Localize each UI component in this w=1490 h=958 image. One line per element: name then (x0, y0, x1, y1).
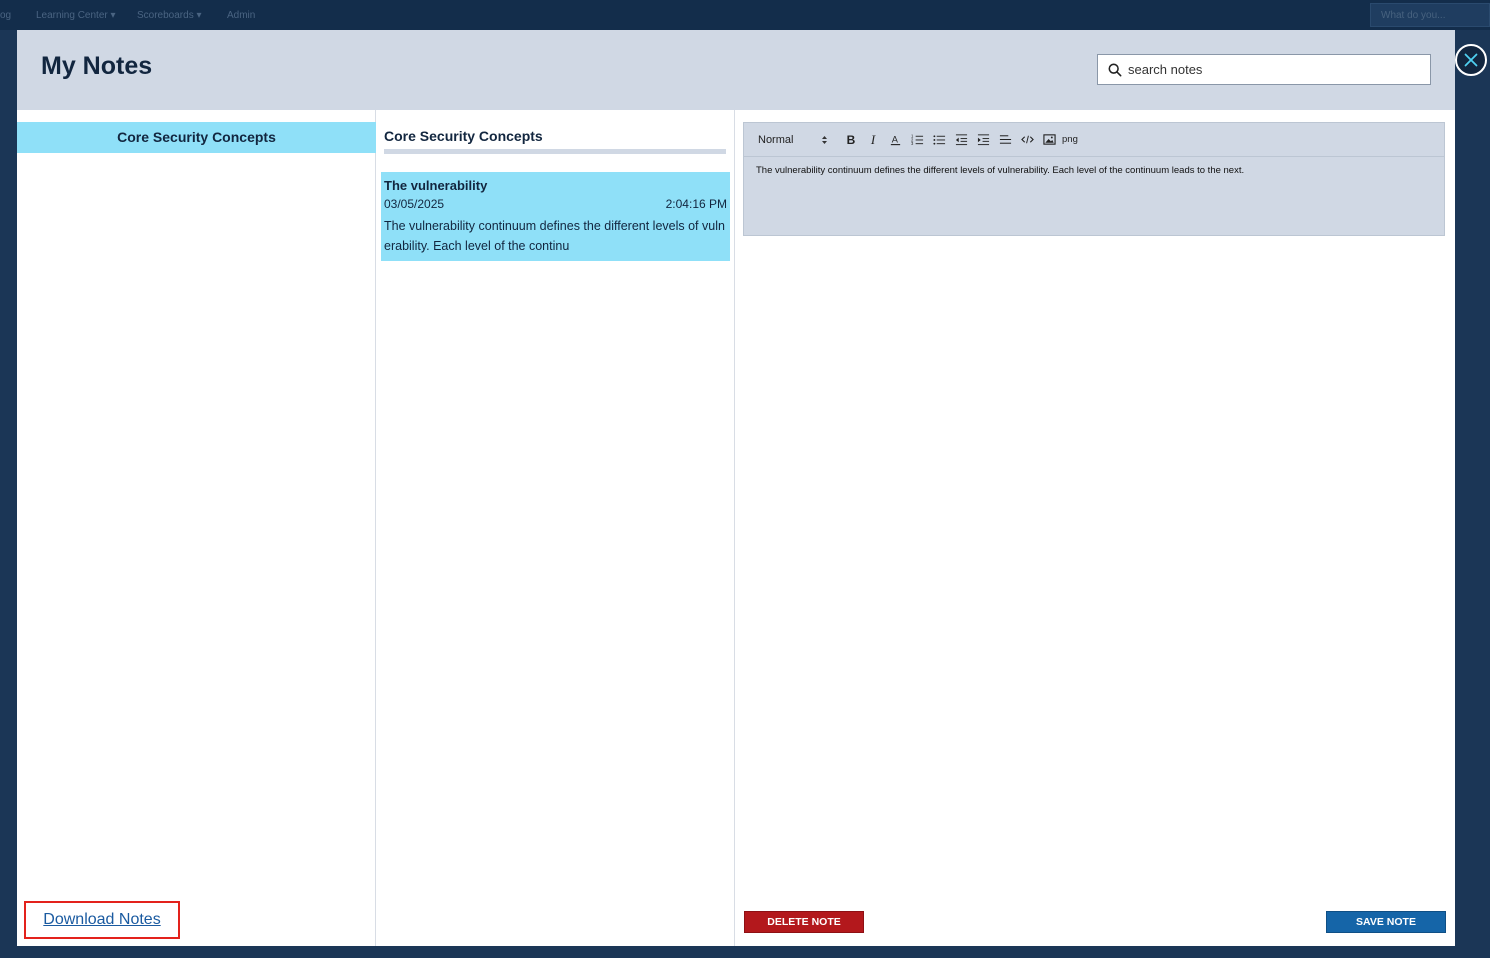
note-title: The vulnerability (384, 178, 488, 193)
note-card[interactable]: The vulnerability 03/05/2025 2:04:16 PM … (381, 172, 730, 261)
search-box[interactable] (1097, 54, 1431, 85)
note-date: 03/05/2025 (384, 197, 445, 211)
bg-nav-admin: Admin (227, 10, 256, 21)
code-icon[interactable] (1016, 129, 1038, 151)
format-select-value: Normal (758, 133, 794, 146)
bullet-list-icon[interactable] (928, 129, 950, 151)
font-color-icon[interactable]: A (884, 129, 906, 151)
editor-toolbar: Normal B I A 123 png (744, 123, 1444, 157)
bold-icon[interactable]: B (840, 129, 862, 151)
indent-icon[interactable] (972, 129, 994, 151)
bg-nav-learning-center: Learning Center ▾ (36, 10, 116, 21)
category-item[interactable]: Core Security Concepts (17, 122, 376, 153)
background-nav: og Learning Center ▾ Scoreboards ▾ Admin… (0, 0, 1490, 30)
notes-list-title: Core Security Concepts (384, 128, 543, 144)
modal-header: My Notes (17, 30, 1455, 110)
close-icon (1464, 53, 1478, 67)
download-notes-link[interactable]: Download Notes (43, 911, 160, 929)
notes-modal: My Notes Core Security Concepts Download… (17, 30, 1487, 946)
save-note-button[interactable]: SAVE NOTE (1326, 911, 1446, 933)
page-title: My Notes (41, 52, 153, 80)
editor-panel: Normal B I A 123 png The vulnerability c… (735, 110, 1455, 946)
search-icon (1108, 63, 1122, 76)
outdent-icon[interactable] (950, 129, 972, 151)
svg-text:A: A (891, 134, 898, 144)
editor-content[interactable]: The vulnerability continuum defines the … (756, 164, 1436, 178)
bg-search: What do you... (1370, 3, 1490, 27)
italic-icon[interactable]: I (862, 129, 884, 151)
bg-nav-scoreboards: Scoreboards ▾ (137, 10, 202, 21)
png-button[interactable]: png (1062, 134, 1078, 145)
rich-text-editor: Normal B I A 123 png The vulnerability c… (743, 122, 1445, 236)
notes-list-panel: Core Security Concepts The vulnerability… (376, 110, 735, 946)
align-icon[interactable] (994, 129, 1016, 151)
note-snippet: The vulnerability continuum defines the … (384, 219, 725, 253)
format-select[interactable]: Normal (758, 134, 828, 146)
download-highlight: Download Notes (24, 901, 180, 939)
delete-note-button[interactable]: DELETE NOTE (744, 911, 864, 933)
bg-nav-item: og (0, 10, 12, 21)
categories-panel: Core Security Concepts Download Notes (17, 110, 376, 946)
divider (384, 149, 726, 154)
svg-text:3: 3 (911, 141, 914, 146)
ordered-list-icon[interactable]: 123 (906, 129, 928, 151)
close-button[interactable] (1455, 44, 1487, 76)
select-arrows-icon (822, 135, 827, 144)
note-time: 2:04:16 PM (665, 197, 727, 211)
image-icon[interactable] (1038, 129, 1060, 151)
search-input[interactable] (1128, 62, 1418, 77)
